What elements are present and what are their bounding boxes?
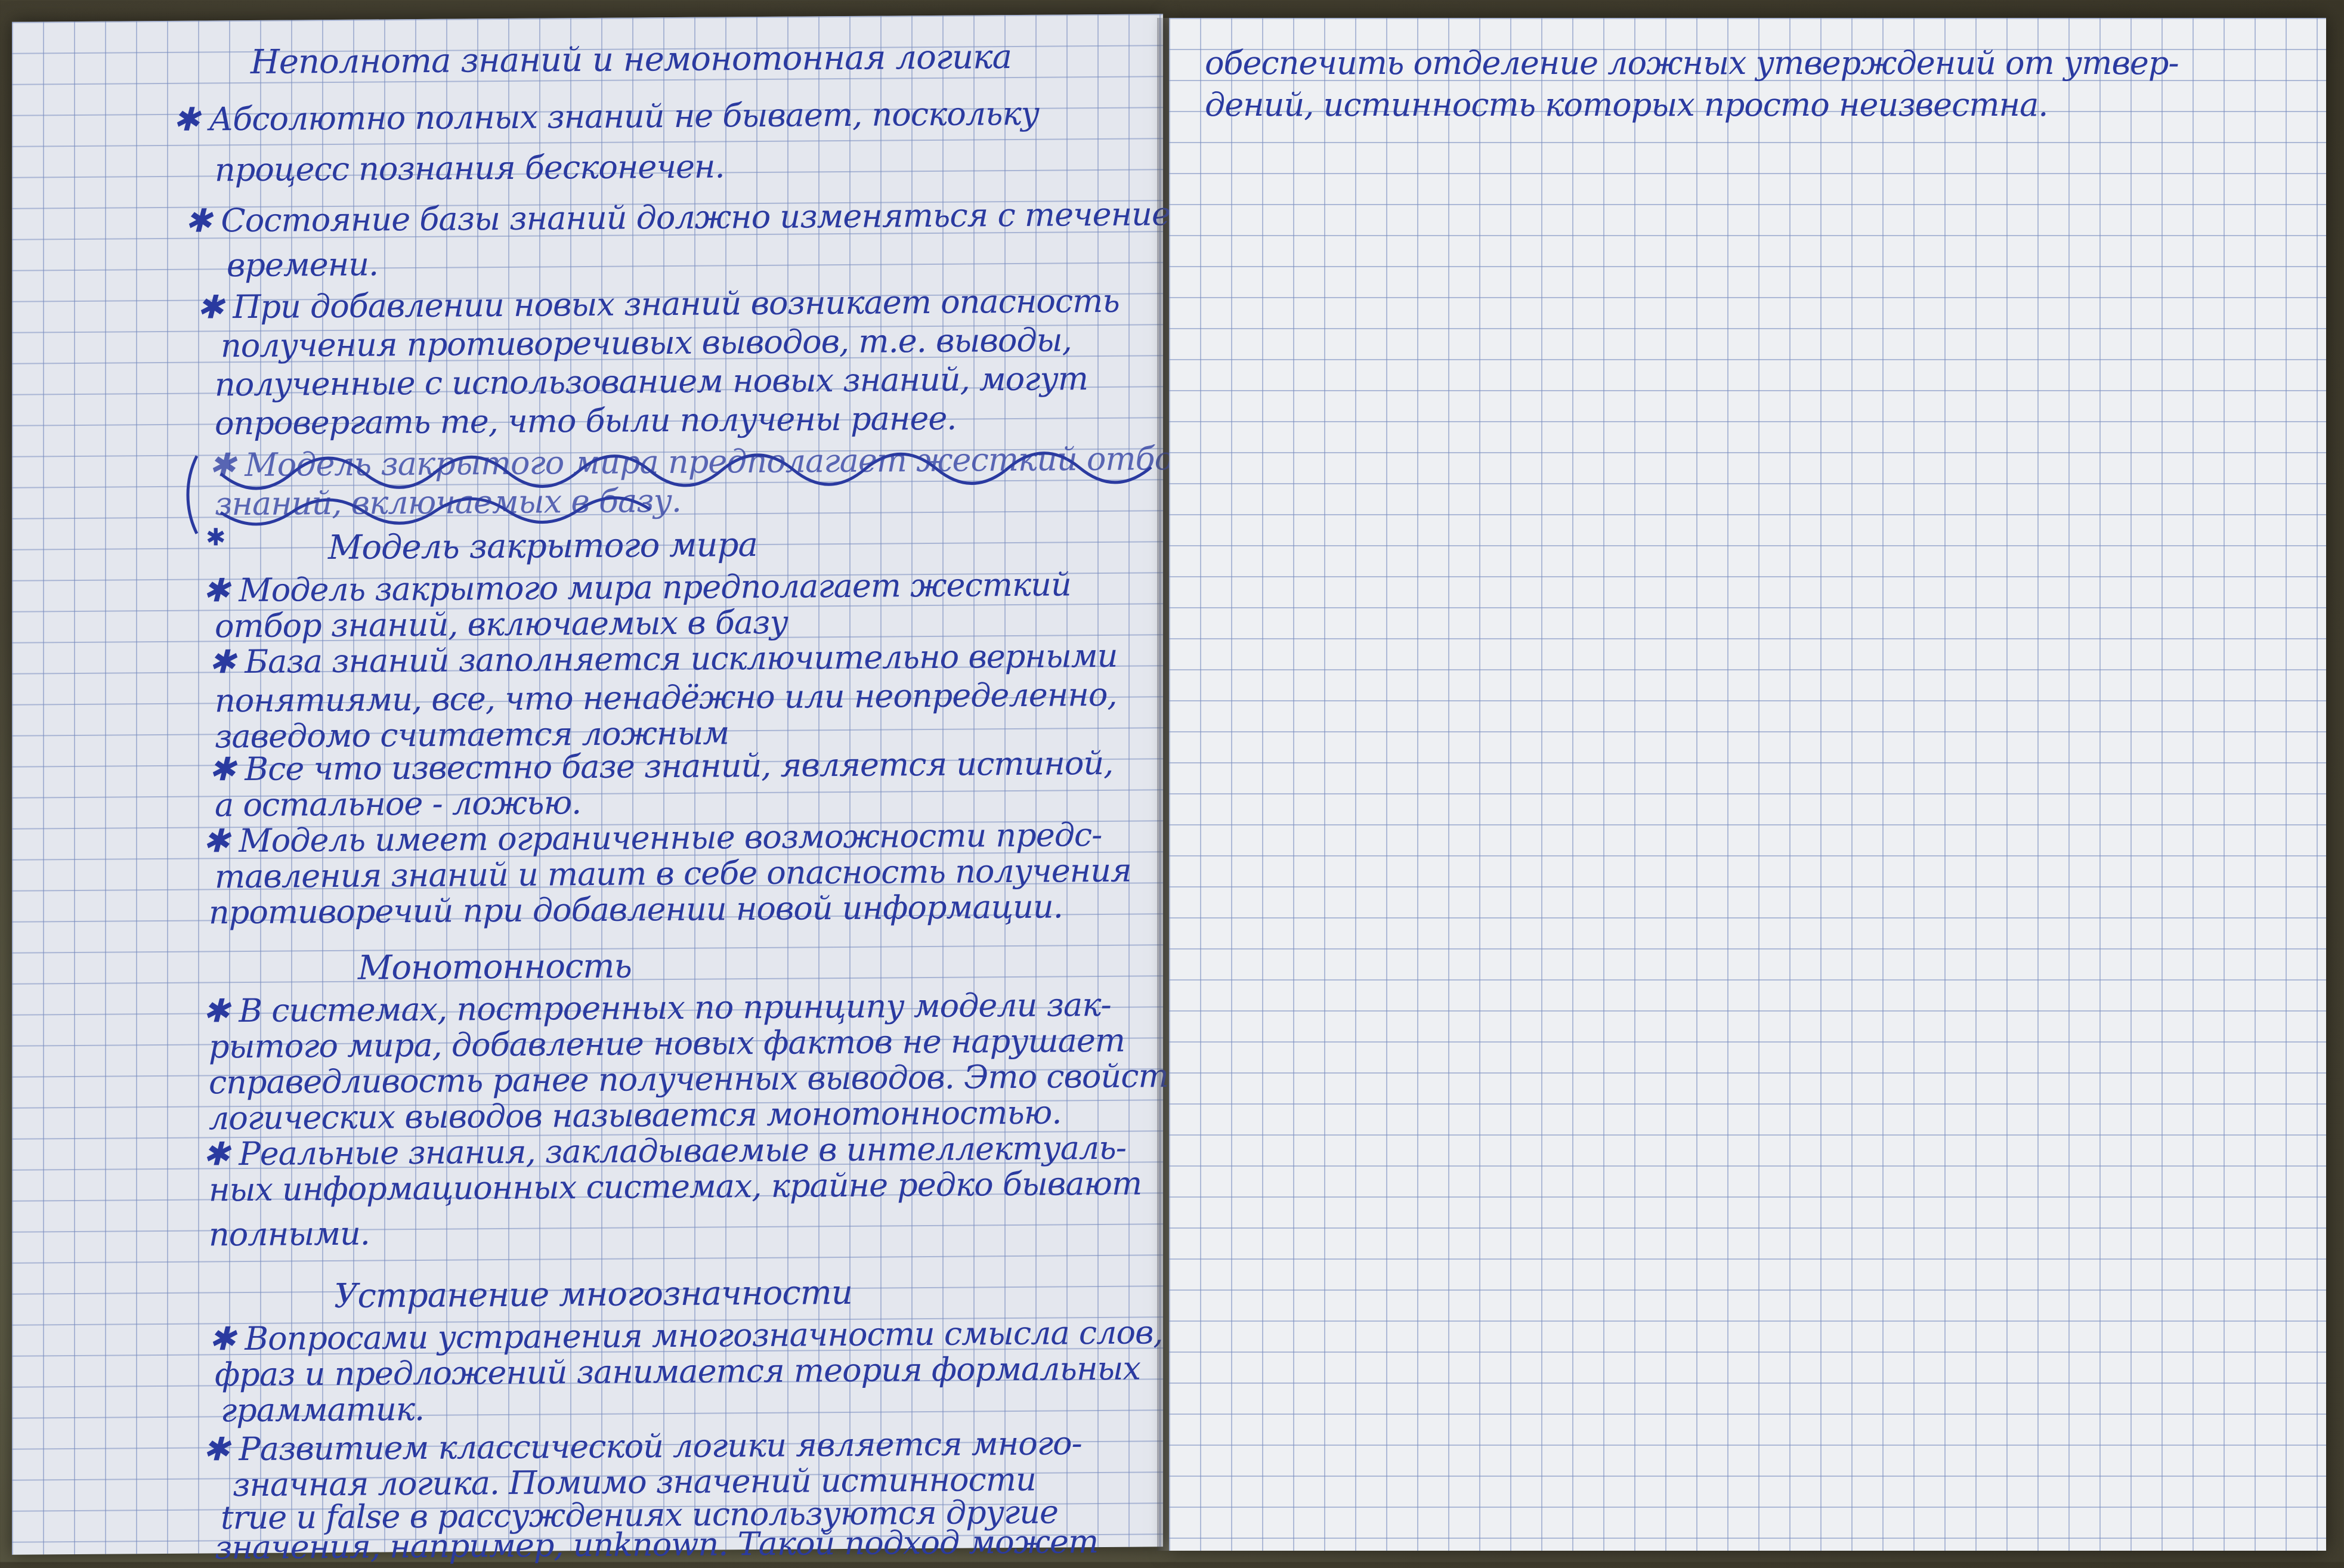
text-line: ✱ Все что известно базе знаний, является… [209, 744, 1114, 788]
text-line: фраз и предложений занимается теория фор… [215, 1349, 1140, 1394]
text-line: ✱ Состояние базы знаний должно изменятьс… [185, 194, 1196, 240]
text-line: полными. [209, 1214, 370, 1254]
text-line: понятиями, все, что ненадёжно или неопре… [215, 675, 1117, 720]
text-line: полученные с использованием новых знаний… [215, 360, 1088, 404]
text-line: ных информационных системах, крайне редк… [209, 1164, 1142, 1209]
text-line: а остальное - ложью. [215, 784, 582, 824]
text-line: ✱ Абсолютно полных знаний не бывает, пос… [173, 94, 1040, 138]
svg-text:✱: ✱ [206, 524, 226, 551]
section-heading: Монотонность [358, 947, 632, 988]
text-line: ✱ При добавлении новых знаний возникает … [197, 282, 1120, 326]
text-line: получения противоречивых выводов, т.е. в… [221, 321, 1072, 365]
text-line: времени. [227, 245, 379, 284]
text-line: ✱ Модель закрытого мира предполагает жес… [203, 565, 1071, 610]
section-heading: Неполнота знаний и немонотонная логика [251, 38, 1012, 82]
right-page: обеспечить отделение ложных утверждений … [1169, 18, 2326, 1551]
text-line: ✱ База знаний заполняется исключительно … [209, 636, 1118, 681]
text-line: значения, например, unknown. Такой подхо… [215, 1523, 1099, 1567]
text-line: противоречий при добавлении новой информ… [209, 887, 1063, 932]
text-line: отбор знаний, включаемых в базу [215, 603, 788, 645]
text-line: грамматик. [221, 1390, 425, 1430]
open-notebook: Неполнота знаний и немонотонная логика ✱… [12, 14, 2326, 1566]
text-line: обеспечить отделение ложных утверждений … [1205, 44, 2179, 82]
text-line: дений, истинность которых просто неизвес… [1205, 86, 2048, 123]
left-page: Неполнота знаний и немонотонная логика ✱… [12, 14, 1205, 1566]
section-heading: Модель закрытого мира [328, 525, 757, 568]
text-line: процесс познания бесконечен. [215, 147, 725, 189]
section-heading: Устранение многозначности [334, 1273, 852, 1316]
